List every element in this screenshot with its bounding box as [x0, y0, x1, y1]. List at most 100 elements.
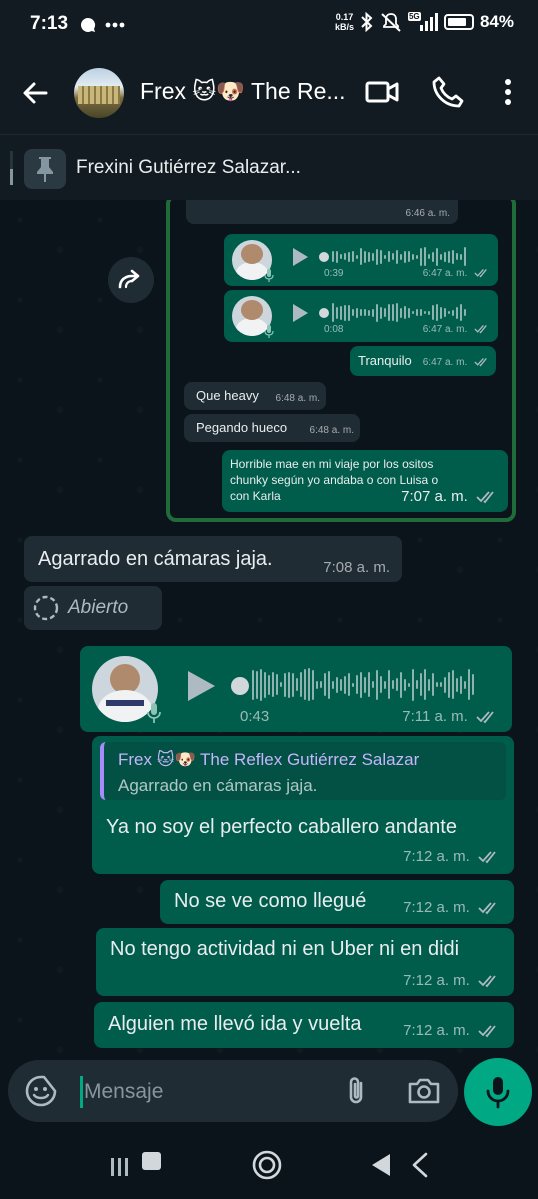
message-time: 7:12 a. m. [403, 899, 470, 916]
message-input[interactable] [84, 1072, 334, 1112]
waveform-bar [460, 253, 462, 260]
voice-waveform [332, 303, 466, 322]
waveform-bar [360, 671, 362, 698]
status-bar: 7:13 0.17 kB/s 5G 84% [0, 0, 538, 52]
signal-icon: 5G [407, 12, 438, 32]
pin-icon [37, 157, 53, 182]
waveform-bar [292, 672, 294, 697]
chat-bubble-notification-icon [80, 17, 96, 32]
waveform-bar [376, 669, 378, 700]
incoming-message[interactable]: Agarrado en cámaras jaja. 7:08 a. m. [24, 536, 402, 582]
message-time: 7:08 a. m. [323, 559, 390, 576]
waveform-bar [408, 251, 410, 262]
mic-small-icon [264, 325, 274, 338]
play-button[interactable] [184, 668, 218, 704]
quote-author: Frex 🐱🐶 The Reflex Gutiérrez Salazar [118, 750, 420, 769]
scrub-dot [319, 252, 329, 262]
waveform-bar [456, 306, 458, 319]
waveform-bar [276, 674, 278, 695]
waveform-bar [456, 253, 458, 260]
waveform-bar [368, 251, 370, 262]
screenshot-voice-note: 0:39 6:47 a. m. [224, 234, 498, 286]
quoted-message[interactable]: Frex 🐱🐶 The Reflex Gutiérrez Salazar Aga… [100, 742, 506, 800]
waveform-bar [396, 303, 398, 322]
outgoing-voice-note[interactable]: 0:43 7:11 a. m. [80, 646, 512, 732]
back-arrow-icon[interactable] [18, 76, 52, 110]
contact-avatar[interactable] [74, 68, 124, 118]
waveform-bar [412, 311, 414, 314]
waveform-bar [464, 247, 466, 266]
attach-icon[interactable] [340, 1074, 374, 1108]
waveform-bar [344, 304, 346, 321]
waveform-bar [356, 307, 358, 318]
waveform-bar [432, 251, 434, 262]
pinned-message-bar[interactable]: Frexini Gutiérrez Salazar... [0, 134, 538, 200]
waveform-bar [444, 251, 446, 262]
home-icon[interactable] [250, 1148, 284, 1182]
recent-apps-icon[interactable] [108, 1148, 164, 1182]
mic-icon [486, 1077, 510, 1109]
waveform-bar [372, 681, 374, 688]
read-receipt-icon [474, 358, 487, 367]
mic-small-icon [264, 269, 274, 282]
waveform-bar [360, 248, 362, 265]
read-receipt-icon [478, 902, 496, 915]
waveform-bar [300, 672, 302, 697]
waveform-bar [452, 249, 454, 264]
shared-screenshot-image[interactable]: 6:46 a. m. 0:39 6:47 a. m. 0:08 6:47 a. [166, 200, 516, 522]
waveform-bar [432, 673, 434, 696]
outgoing-reply-message[interactable]: Frex 🐱🐶 The Reflex Gutiérrez Salazar Aga… [92, 736, 514, 874]
quote-text: Agarrado en cámaras jaja. [118, 776, 318, 795]
waveform-bar [272, 672, 274, 697]
waveform-bar [340, 254, 342, 259]
forward-button[interactable] [108, 257, 154, 303]
waveform-bar [440, 306, 442, 319]
waveform-bar [436, 247, 438, 266]
outgoing-message[interactable]: No tengo actividad ni en Uber ni en didi… [96, 928, 514, 996]
message-input-container[interactable] [8, 1060, 458, 1122]
voice-duration: 0:43 [240, 708, 270, 725]
chat-messages[interactable]: 6:46 a. m. 0:39 6:47 a. m. 0:08 6:47 a. [0, 200, 538, 1058]
waveform-bar [332, 680, 334, 689]
waveform-bar [400, 671, 402, 698]
voice-call-icon[interactable] [430, 74, 466, 110]
waveform-bar [372, 308, 374, 317]
waveform-bar [388, 251, 390, 262]
chat-title[interactable]: Frex 🐱🐶 The Re... [140, 78, 346, 105]
camera-icon[interactable] [406, 1074, 442, 1108]
waveform-bar [372, 252, 374, 261]
waveform-bar [324, 673, 326, 696]
video-call-icon[interactable] [364, 74, 400, 110]
waveform-bar [412, 253, 414, 260]
more-vert-icon[interactable] [490, 74, 526, 110]
waveform-bar [428, 310, 430, 315]
waveform-bar [384, 308, 386, 317]
waveform-bar [284, 672, 286, 697]
back-nav-icon[interactable] [368, 1148, 430, 1182]
more-notifications-icon [105, 22, 125, 28]
network-speed: 0.17 kB/s [334, 12, 354, 32]
waveform-bar [344, 253, 346, 260]
play-icon [293, 304, 308, 322]
view-once-opened[interactable]: Abierto [24, 586, 162, 630]
waveform-bar [464, 309, 466, 316]
waveform-bar [388, 304, 390, 321]
waveform-bar [360, 309, 362, 316]
emoji-sticker-icon[interactable] [24, 1074, 58, 1108]
outgoing-message[interactable]: No se ve como llegué 7:12 a. m. [160, 880, 514, 924]
screenshot-out-bubble: Tranquilo 6:47 a. m. [350, 346, 496, 376]
outgoing-message[interactable]: Alguien me llevó ida y vuelta 7:12 a. m. [94, 1002, 514, 1048]
read-receipt-icon [474, 325, 487, 334]
waveform-bar [472, 674, 474, 695]
waveform-bar [340, 678, 342, 691]
waveform-bar [348, 251, 350, 262]
waveform-bar [404, 678, 406, 691]
waveform-bar [388, 670, 390, 699]
waveform-bar [380, 676, 382, 693]
waveform-bar [400, 307, 402, 318]
read-receipt-icon [476, 491, 494, 504]
message-time: 7:11 a. m. [402, 708, 468, 725]
scrub-dot[interactable] [230, 676, 250, 696]
voice-record-button[interactable] [464, 1058, 532, 1126]
battery-percent: 84% [479, 12, 514, 31]
